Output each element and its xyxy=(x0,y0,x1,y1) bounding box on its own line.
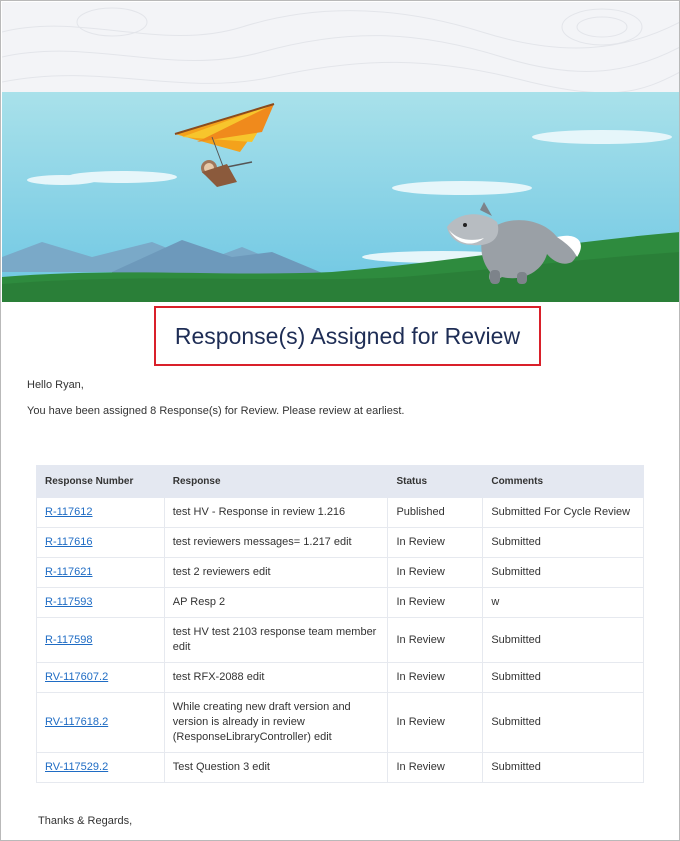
response-cell: While creating new draft version and ver… xyxy=(163,692,389,753)
status-cell: In Review xyxy=(387,557,484,588)
status-cell: In Review xyxy=(387,617,484,663)
comments-cell: Submitted xyxy=(482,527,644,558)
topographic-background xyxy=(2,2,679,92)
comments-cell: Submitted xyxy=(482,617,644,663)
status-cell: In Review xyxy=(387,587,484,618)
response-cell: test reviewers messages= 1.217 edit xyxy=(163,527,389,558)
comments-cell: Submitted xyxy=(482,752,644,783)
page-title: Response(s) Assigned for Review xyxy=(174,322,521,349)
response-link[interactable]: RV-117607.2 xyxy=(45,671,108,683)
comments-cell: Submitted xyxy=(482,557,644,588)
table-row: RV-117618.2 While creating new draft ver… xyxy=(36,692,644,753)
column-header-status: Status xyxy=(387,465,484,498)
column-header-response: Response xyxy=(163,465,389,498)
table-row: RV-117607.2 test RFX-2088 edit In Review… xyxy=(36,662,644,693)
column-header-response-number: Response Number xyxy=(36,465,165,498)
status-cell: Published xyxy=(387,497,484,528)
response-link[interactable]: RV-117529.2 xyxy=(45,761,108,773)
response-cell: test 2 reviewers edit xyxy=(163,557,389,588)
response-link[interactable]: R-117598 xyxy=(45,634,93,646)
response-cell: test HV test 2103 response team member e… xyxy=(163,617,389,663)
response-link[interactable]: R-117612 xyxy=(45,506,93,518)
status-cell: In Review xyxy=(387,752,484,783)
column-header-comments: Comments xyxy=(482,465,644,498)
table-row: R-117616 test reviewers messages= 1.217 … xyxy=(36,527,644,558)
greeting-text: Hello Ryan, xyxy=(27,379,84,391)
table-row: R-117598 test HV test 2103 response team… xyxy=(36,617,644,663)
response-cell: test HV - Response in review 1.216 xyxy=(163,497,389,528)
signoff-text: Thanks & Regards, xyxy=(38,815,133,827)
status-cell: In Review xyxy=(387,527,484,558)
comments-cell: Submitted xyxy=(482,662,644,693)
responses-table: Response Number Response Status Comments… xyxy=(36,465,644,783)
banner-illustration xyxy=(2,92,679,302)
comments-cell: w xyxy=(482,587,644,618)
title-highlight-box: Response(s) Assigned for Review xyxy=(154,306,541,366)
response-link[interactable]: R-117593 xyxy=(45,596,93,608)
status-cell: In Review xyxy=(387,692,484,753)
response-link[interactable]: R-117621 xyxy=(45,566,93,578)
table-row: RV-117529.2 Test Question 3 edit In Revi… xyxy=(36,752,644,783)
response-cell: test RFX-2088 edit xyxy=(163,662,389,693)
email-frame: Response(s) Assigned for Review Hello Ry… xyxy=(0,0,680,841)
response-link[interactable]: RV-117618.2 xyxy=(45,716,108,728)
table-header-row: Response Number Response Status Comments xyxy=(36,465,644,498)
response-cell: Test Question 3 edit xyxy=(163,752,389,783)
response-link[interactable]: R-117616 xyxy=(45,536,93,548)
status-cell: In Review xyxy=(387,662,484,693)
table-row: R-117621 test 2 reviewers edit In Review… xyxy=(36,557,644,588)
response-cell: AP Resp 2 xyxy=(163,587,389,618)
table-row: R-117593 AP Resp 2 In Review w xyxy=(36,587,644,618)
comments-cell: Submitted xyxy=(482,692,644,753)
comments-cell: Submitted For Cycle Review xyxy=(482,497,644,528)
intro-text: You have been assigned 8 Response(s) for… xyxy=(27,405,405,417)
table-row: R-117612 test HV - Response in review 1.… xyxy=(36,497,644,528)
